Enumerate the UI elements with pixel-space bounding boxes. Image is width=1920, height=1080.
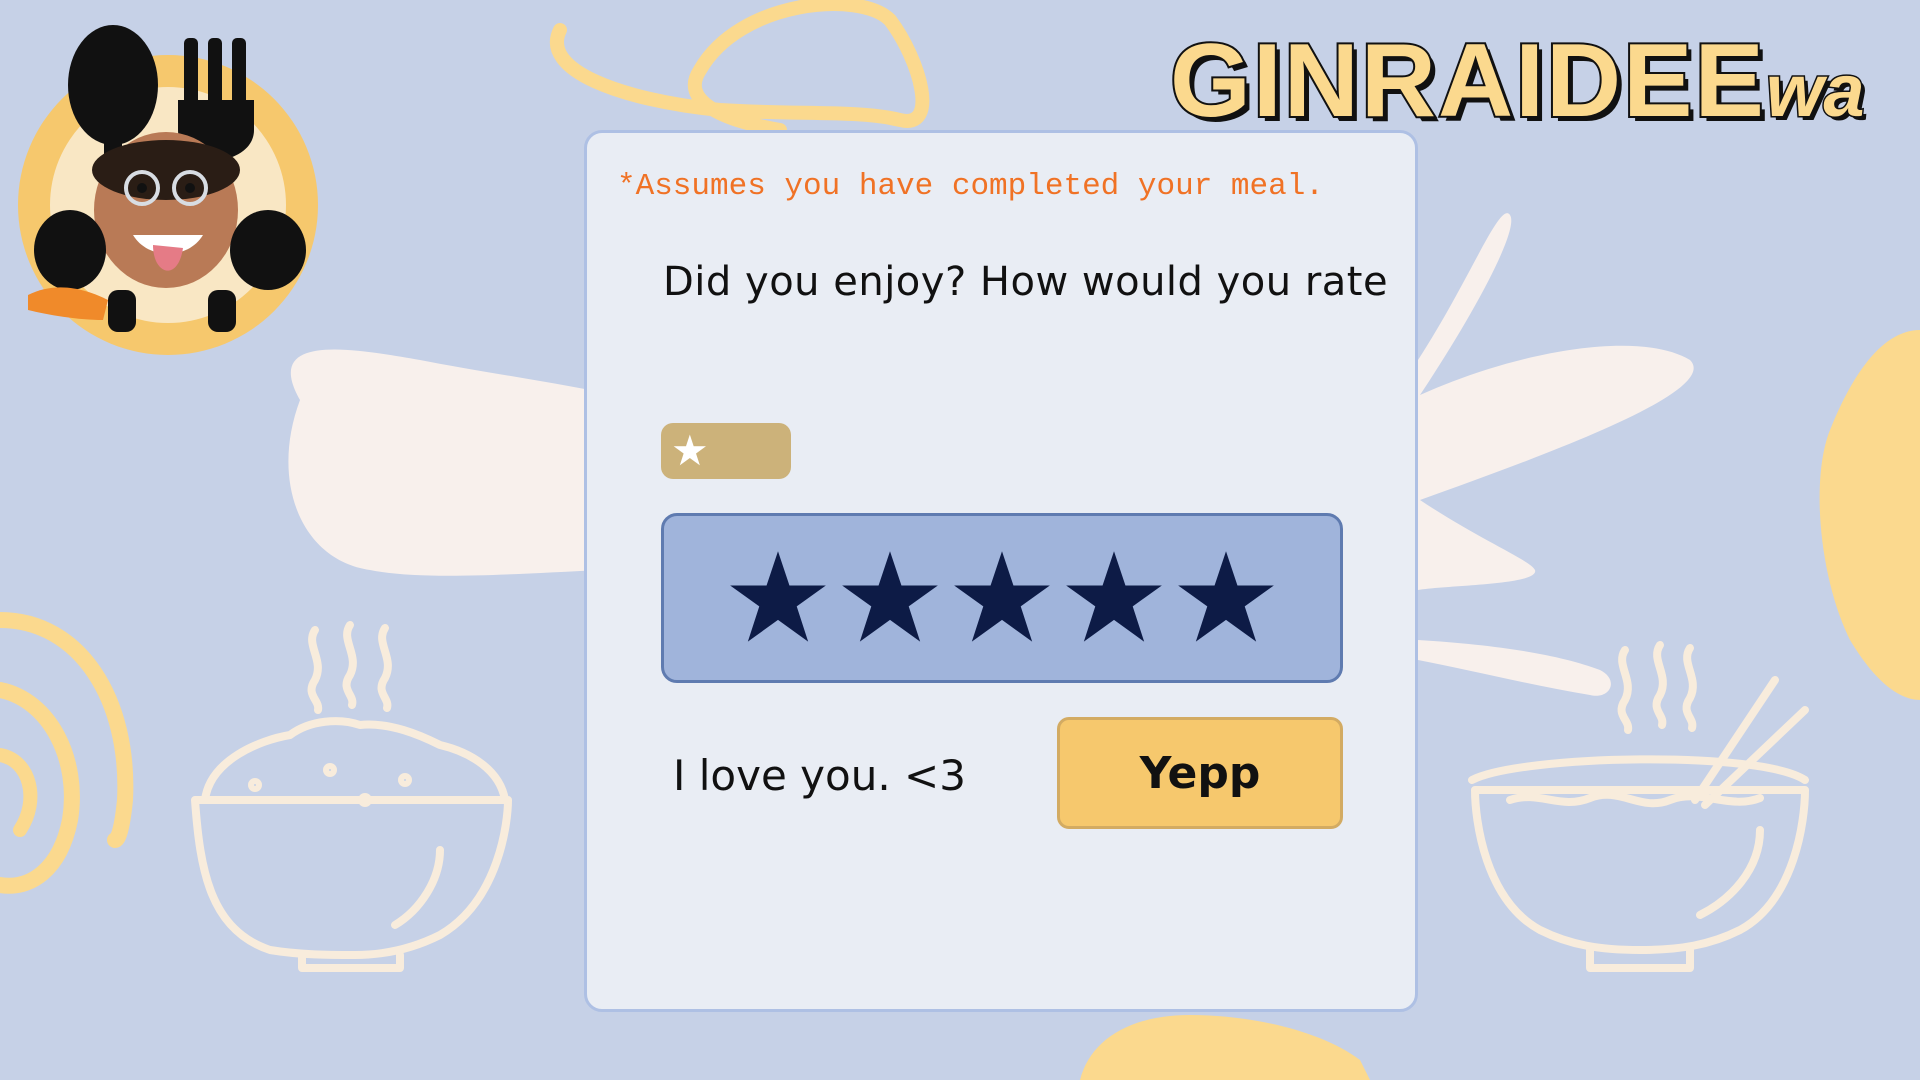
rice-bowl-icon — [191, 621, 512, 972]
star-rating-control[interactable] — [661, 513, 1343, 683]
app-title-main: GINRAIDEE — [1168, 21, 1766, 141]
star-icon — [1066, 551, 1162, 642]
avatar-with-spoon-fork-logo — [18, 25, 318, 355]
app-title-suffix: wa — [1764, 48, 1866, 134]
yellow-loop-top — [550, 0, 930, 137]
app-title: GINRAIDEEwa — [1168, 21, 1890, 142]
star-icon: ★ — [671, 426, 709, 475]
confirm-rating-button[interactable]: Yepp — [1057, 717, 1343, 829]
rating-star-2[interactable] — [838, 546, 942, 650]
meal-completed-note: *Assumes you have completed your meal. — [617, 169, 1324, 204]
rating-card: *Assumes you have completed your meal. D… — [584, 130, 1418, 1012]
rating-star-1[interactable] — [726, 546, 830, 650]
noodle-bowl-icon — [1468, 641, 1809, 972]
star-icon — [954, 551, 1050, 642]
rating-star-5[interactable] — [1174, 546, 1278, 650]
yellow-blob-right — [1819, 330, 1920, 700]
star-icon — [730, 551, 826, 642]
rating-star-3[interactable] — [950, 546, 1054, 650]
cream-splash-right — [1418, 213, 1694, 696]
yellow-blob-bottom — [1080, 1015, 1370, 1080]
rating-star-4[interactable] — [1062, 546, 1166, 650]
rating-question: Did you enjoy? How would you rate — [663, 259, 1389, 305]
current-rating-badge: ★ — [661, 423, 791, 479]
cream-blob-left — [288, 349, 600, 576]
star-icon — [1178, 551, 1274, 642]
love-message: I love you. <3 — [673, 751, 966, 800]
star-icon — [842, 551, 938, 642]
